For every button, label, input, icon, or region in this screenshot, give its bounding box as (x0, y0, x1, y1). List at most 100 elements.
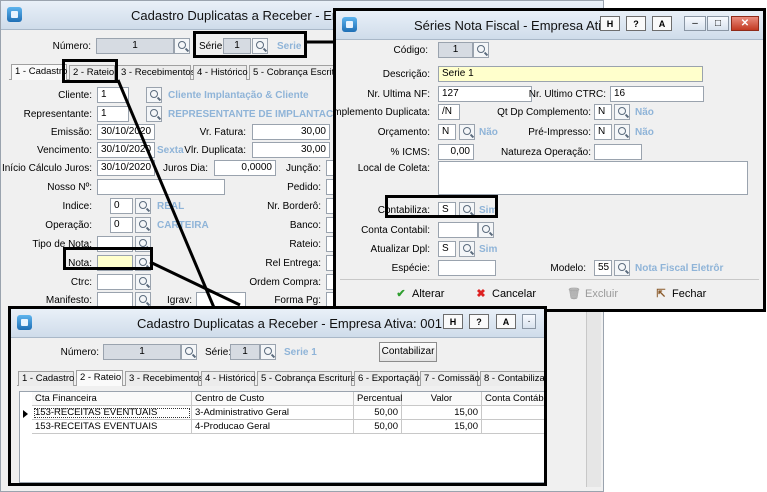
cell-percentual[interactable]: 50,00 (354, 420, 402, 434)
alterar-button[interactable]: ✔ Alterar (394, 287, 444, 300)
icms-field[interactable]: 0,00 (438, 144, 474, 160)
tab-comissao[interactable]: 7 - Comissão (420, 371, 480, 386)
ctrc-search-icon[interactable] (135, 274, 151, 290)
pre-impresso-desc: Não (635, 127, 654, 138)
serie-field[interactable]: 1 (230, 344, 260, 360)
inicio-juros-field[interactable]: 30/10/2020 (97, 160, 155, 176)
vr-duplicata-field[interactable]: 30,00 (252, 142, 330, 158)
column-header-conta-contabil[interactable]: Conta Contábil (482, 392, 544, 406)
tab-contabilizacao[interactable]: 8 - Contabilizaç (480, 371, 544, 386)
descricao-field[interactable]: Serie 1 (438, 66, 703, 82)
atualizar-dpl-search-icon[interactable] (459, 241, 475, 257)
tab-cobranca[interactable]: 5 - Cobrança Escritural (249, 65, 350, 80)
tab-cadastro[interactable]: 1 - Cadastro (18, 371, 74, 386)
vr-fatura-field[interactable]: 30,00 (252, 124, 330, 140)
orcamento-field[interactable]: N (438, 124, 456, 140)
column-header-percentual[interactable]: Percentual (354, 392, 402, 406)
modelo-search-icon[interactable] (614, 260, 630, 276)
juros-dia-field[interactable]: 0,0000 (214, 160, 276, 176)
qt-dp-desc: Não (635, 107, 654, 118)
more-button[interactable]: · (522, 314, 536, 329)
emissao-field[interactable]: 30/10/2020 (97, 124, 155, 140)
help-a-button[interactable]: A (496, 314, 516, 329)
help-h-button[interactable]: H (600, 16, 620, 31)
cell-valor[interactable]: 15,00 (402, 420, 482, 434)
local-coleta-label: Local de Coleta: (357, 163, 430, 174)
numero-search-icon[interactable] (181, 344, 197, 360)
cell-conta-contabil[interactable] (482, 406, 544, 420)
cell-centro-custo[interactable]: 4-Producao Geral (192, 420, 354, 434)
numero-search-icon[interactable] (174, 38, 190, 54)
operacao-search-icon[interactable] (135, 217, 151, 233)
indice-field[interactable]: 0 (110, 198, 133, 214)
excluir-button[interactable]: 🗑 Excluir (567, 287, 618, 300)
tab-cadastro[interactable]: 1 - Cadastro (11, 64, 67, 80)
pre-impresso-search-icon[interactable] (614, 124, 630, 140)
natureza-field[interactable] (594, 144, 642, 160)
title-bar: Séries Nota Fiscal - Empresa Ativa: H ? … (336, 11, 763, 40)
back-window-scrollbar[interactable] (586, 311, 601, 487)
app-icon (342, 17, 357, 32)
minimize-button[interactable]: – (684, 16, 706, 31)
vr-fatura-label: Vr. Fatura: (199, 127, 246, 138)
column-header-valor[interactable]: Valor (402, 392, 482, 406)
inicio-juros-label: Início Cálculo Juros: (1, 163, 92, 174)
nosso-nr-label: Nosso Nº: (47, 182, 92, 193)
highlight-contabiliza (385, 195, 498, 218)
maximize-button[interactable]: □ (707, 16, 729, 31)
help-a-button[interactable]: A (652, 16, 672, 31)
especie-field[interactable] (438, 260, 496, 276)
conta-contabil-field[interactable] (438, 222, 478, 238)
modelo-field[interactable]: 55 (594, 260, 612, 276)
especie-label: Espécie: (391, 263, 430, 274)
conta-contabil-search-icon[interactable] (478, 222, 494, 238)
indice-search-icon[interactable] (135, 198, 151, 214)
codigo-search-icon[interactable] (473, 42, 489, 58)
fechar-button[interactable]: ⇱ Fechar (654, 287, 706, 300)
nosso-nr-field[interactable] (97, 179, 225, 195)
cliente-search-icon[interactable] (146, 87, 162, 103)
tab-recebimentos[interactable]: 3 - Recebimentos (117, 65, 195, 80)
orcamento-label: Orçamento: (377, 127, 430, 138)
column-header-cta-financeira[interactable]: Cta Financeira (32, 392, 192, 406)
local-coleta-field[interactable] (438, 161, 748, 195)
cell-centro-custo[interactable]: 3-Administrativo Geral (192, 406, 354, 420)
orcamento-search-icon[interactable] (459, 124, 475, 140)
pre-impresso-field[interactable]: N (594, 124, 612, 140)
representante-field[interactable]: 1 (97, 106, 129, 122)
highlight-serie (193, 31, 307, 58)
tab-historico[interactable]: 4 - Histórico (201, 371, 256, 386)
qt-dp-search-icon[interactable] (614, 104, 630, 120)
cliente-field[interactable]: 1 (97, 87, 129, 103)
tab-rateio[interactable]: 2 - Rateio (76, 370, 123, 386)
complemento-field[interactable]: /N (438, 104, 460, 120)
nr-ultima-nf-field[interactable]: 127 (438, 86, 532, 102)
cancelar-button[interactable]: ✖ Cancelar (474, 287, 536, 300)
help-question-button[interactable]: ? (469, 314, 489, 329)
qt-dp-field[interactable]: N (594, 104, 612, 120)
cell-conta-contabil[interactable] (482, 420, 544, 434)
tab-recebimentos[interactable]: 3 - Recebimentos (125, 371, 203, 386)
ctrc-field[interactable] (97, 274, 133, 290)
cell-percentual[interactable]: 50,00 (354, 406, 402, 420)
contabilizar-button[interactable]: Contabilizar (379, 342, 437, 362)
close-button[interactable]: ✕ (731, 16, 759, 31)
operacao-field[interactable]: 0 (110, 217, 133, 233)
column-header-centro-custo[interactable]: Centro de Custo (192, 392, 354, 406)
numero-field[interactable]: 1 (96, 38, 174, 54)
numero-field[interactable]: 1 (103, 344, 181, 360)
atualizar-dpl-field[interactable]: S (438, 241, 456, 257)
cell-cta-financeira[interactable]: 153-RECEITAS EVENTUAIS (32, 420, 192, 434)
nr-ultimo-ctrc-field[interactable]: 16 (610, 86, 704, 102)
cell-cta-financeira[interactable]: 153-RECEITAS EVENTUAIS (32, 406, 192, 420)
help-question-button[interactable]: ? (626, 16, 646, 31)
serie-search-icon[interactable] (260, 344, 276, 360)
tab-cobranca[interactable]: 5 - Cobrança Escritural (257, 371, 358, 386)
help-h-button[interactable]: H (443, 314, 463, 329)
codigo-field[interactable]: 1 (438, 42, 473, 58)
cell-valor[interactable]: 15,00 (402, 406, 482, 420)
tab-exportacao[interactable]: 6 - Exportação (354, 371, 420, 386)
vencimento-field[interactable]: 30/10/2020 (97, 142, 155, 158)
representante-search-icon[interactable] (146, 106, 162, 122)
tab-historico[interactable]: 4 - Histórico (193, 65, 248, 80)
